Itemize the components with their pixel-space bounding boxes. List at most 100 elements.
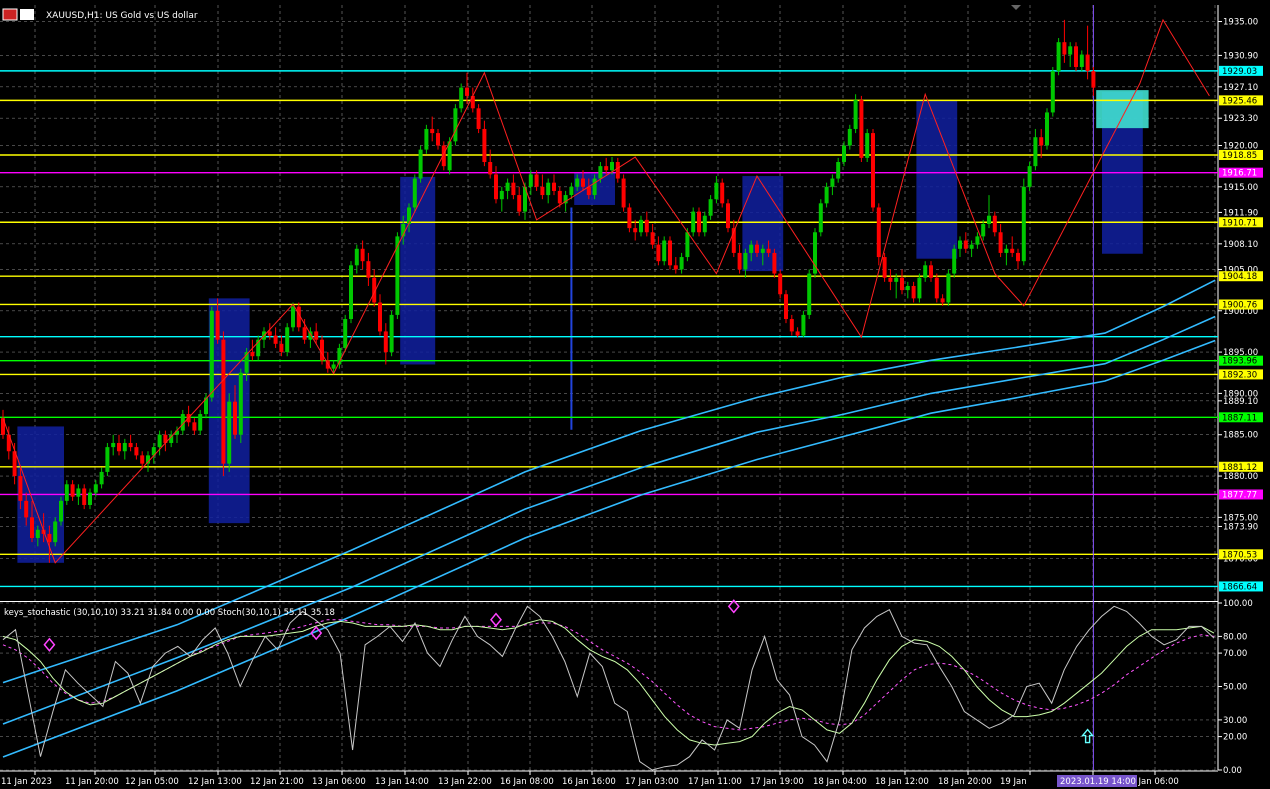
- candle-body-95: [552, 182, 556, 191]
- candle-body-153: [888, 277, 893, 282]
- candle-body-144: [836, 162, 841, 179]
- candle-body-148: [859, 100, 864, 158]
- candle-body-139: [807, 273, 812, 315]
- title-bar: XAUUSD,H1: US Gold vs US dollar: [2, 8, 198, 21]
- candle-body-89: [517, 195, 522, 212]
- candle-body-124: [720, 182, 725, 204]
- candle-body-130: [755, 244, 759, 253]
- time-label-10: 17 Jan 03:00: [625, 777, 679, 787]
- price-tick-label-2: 1927.10: [1223, 83, 1258, 93]
- price-tick-label-14: 1880.00: [1223, 472, 1258, 482]
- candle-body-151: [876, 207, 881, 258]
- candle-body-83: [482, 128, 487, 163]
- candle-body-177: [1027, 166, 1032, 187]
- candle-body-94: [546, 182, 551, 196]
- candle-body-123: [714, 182, 719, 200]
- app-icon[interactable]: [2, 8, 18, 21]
- stoch-tick-label-4: 30.00: [1223, 716, 1247, 726]
- candle-body-118: [685, 232, 690, 258]
- candle-body-152: [882, 257, 887, 278]
- candle-body-8: [47, 533, 52, 543]
- candle-body-99: [575, 178, 580, 187]
- candle-body-34: [198, 414, 203, 431]
- zone-cyan-0: [1096, 90, 1149, 129]
- candle-body-188: [1091, 71, 1096, 88]
- candle-body-79: [459, 87, 464, 109]
- candle-body-74: [430, 128, 435, 134]
- candle-body-23: [134, 447, 139, 456]
- time-label-5: 13 Jan 06:00: [312, 777, 366, 787]
- candle-body-12: [70, 484, 75, 497]
- stoch-tick-label-0: 100.00: [1223, 599, 1253, 609]
- time-label-14: 18 Jan 12:00: [875, 777, 929, 787]
- trading-chart[interactable]: 1935.00 1930.90 1927.10 1923.30 1920.00 1915.…: [0, 0, 1270, 789]
- candle-body-73: [424, 128, 429, 150]
- time-label-9: 16 Jan 16:00: [562, 777, 616, 787]
- candle-body-36: [209, 310, 214, 398]
- candle-body-170: [987, 215, 991, 224]
- candle-body-179: [1039, 137, 1044, 146]
- candle-body-154: [894, 277, 899, 282]
- candle-body-145: [842, 145, 846, 163]
- candle-body-13: [76, 488, 81, 497]
- candle-body-4: [24, 500, 29, 518]
- candle-body-84: [488, 162, 493, 175]
- price-tick-label-5: 1915.00: [1223, 183, 1258, 193]
- candle-body-87: [505, 182, 510, 191]
- time-label-15: 18 Jan 20:00: [938, 777, 992, 787]
- candle-body-113: [656, 244, 661, 262]
- candle-body-19: [111, 442, 116, 448]
- time-label-7: 13 Jan 22:00: [438, 777, 492, 787]
- candle-body-33: [192, 422, 197, 431]
- candle-body-136: [789, 319, 794, 332]
- candle-body-132: [766, 248, 771, 253]
- candle-body-14: [82, 488, 87, 505]
- candle-body-61: [354, 248, 359, 266]
- candle-body-24: [140, 455, 145, 464]
- level-badge-label-10: 1887.11: [1222, 413, 1257, 423]
- candle-body-43: [250, 352, 255, 357]
- candle-body-48: [279, 343, 284, 353]
- candle-body-11: [64, 484, 69, 501]
- candle-body-183: [1062, 42, 1067, 55]
- chart-title: XAUUSD,H1: US Gold vs US dollar: [46, 11, 198, 21]
- candle-body-41: [238, 372, 243, 435]
- candle-body-88: [511, 182, 516, 196]
- trade-icon[interactable]: [20, 9, 34, 20]
- level-badge-label-9: 1892.30: [1222, 370, 1257, 380]
- price-tick-label-13: 1885.00: [1223, 431, 1258, 441]
- time-label-8: 16 Jan 08:00: [500, 777, 554, 787]
- candle-body-3: [18, 476, 23, 501]
- candle-body-6: [35, 529, 40, 539]
- candle-body-92: [534, 174, 539, 187]
- time-label-12: 17 Jan 19:00: [750, 777, 804, 787]
- stoch-tick-label-5: 20.00: [1223, 733, 1247, 743]
- stoch-tick-label-2: 70.00: [1223, 649, 1247, 659]
- candle-body-165: [958, 240, 962, 249]
- candle-body-114: [662, 240, 667, 262]
- candle-body-104: [604, 166, 609, 171]
- candle-body-171: [992, 215, 997, 233]
- level-badge-label-12: 1877.77: [1222, 490, 1257, 500]
- candle-body-96: [557, 190, 562, 204]
- time-label-6: 13 Jan 14:00: [375, 777, 429, 787]
- price-tick-label-1: 1930.90: [1223, 51, 1258, 61]
- candle-body-62: [360, 248, 365, 262]
- candle-body-17: [99, 471, 104, 485]
- candle-body-142: [824, 186, 829, 204]
- candle-body-155: [900, 277, 904, 291]
- candle-body-93: [540, 186, 545, 196]
- candle-body-109: [633, 228, 638, 233]
- candle-body-134: [778, 273, 783, 295]
- stoch-tick-label-1: 80.00: [1223, 632, 1247, 642]
- candle-body-10: [59, 500, 63, 522]
- candle-body-65: [378, 302, 382, 332]
- candle-body-127: [737, 252, 742, 270]
- candle-body-160: [929, 265, 933, 278]
- candle-body-180: [1045, 112, 1049, 146]
- candle-body-133: [772, 252, 777, 274]
- candle-body-157: [911, 285, 916, 299]
- candle-body-168: [975, 236, 980, 245]
- candle-body-182: [1056, 42, 1061, 72]
- level-badge-label-0: 1929.03: [1222, 67, 1257, 77]
